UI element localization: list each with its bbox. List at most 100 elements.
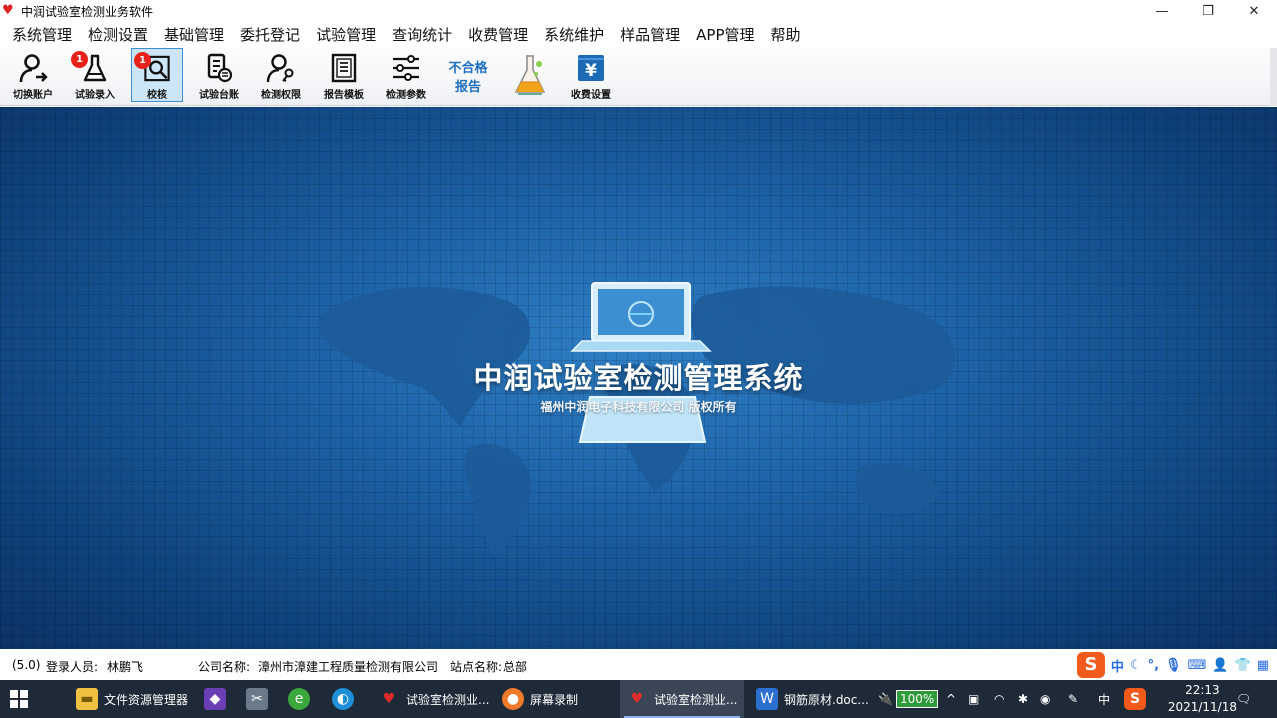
ledger-icon bbox=[207, 53, 233, 83]
taskbar-browser-e[interactable]: e bbox=[288, 680, 316, 718]
test-entry-label: 试验录入 bbox=[75, 90, 115, 101]
user-switch-icon bbox=[19, 54, 48, 83]
ledger-button[interactable]: 试验台账 bbox=[193, 48, 245, 102]
menu-help[interactable]: 帮助 bbox=[763, 22, 809, 48]
document-list-icon bbox=[331, 53, 357, 83]
test-entry-button[interactable]: 试验录入 1 bbox=[70, 48, 120, 102]
taskbar-edge[interactable]: ◐ bbox=[332, 680, 360, 718]
tray-app-icon[interactable]: ▣ bbox=[968, 680, 979, 718]
grid-icon[interactable]: ▦ bbox=[1257, 658, 1269, 673]
report-template-button[interactable]: 报告模板 bbox=[317, 48, 371, 102]
input-language[interactable]: 中 bbox=[1098, 680, 1110, 718]
sogou-tray-icon[interactable]: S bbox=[1124, 680, 1152, 718]
taskbar-explorer[interactable]: ▬ 文件资源管理器 bbox=[70, 680, 194, 718]
bluetooth-icon[interactable]: ✱ bbox=[1018, 680, 1028, 718]
sogou-ime-icon[interactable]: S bbox=[1076, 652, 1105, 678]
test-params-button[interactable]: 检测参数 bbox=[379, 48, 433, 102]
ledger-label: 试验台账 bbox=[199, 90, 239, 101]
taskbar-explorer-label: 文件资源管理器 bbox=[104, 692, 189, 707]
menu-query[interactable]: 查询统计 bbox=[384, 22, 460, 48]
version-text: (5.0) bbox=[12, 658, 41, 672]
review-button[interactable]: 校核 1 bbox=[131, 48, 183, 102]
edge-icon: ◐ bbox=[332, 688, 354, 710]
nonconforming-report-line1: 不合格 bbox=[448, 61, 488, 76]
taskbar-visual-studio[interactable]: ◆ bbox=[204, 680, 232, 718]
user-icon[interactable]: 👤 bbox=[1212, 658, 1228, 673]
clock-date: 2021/11/18 bbox=[1167, 700, 1237, 714]
toolbar: 切换账户 试验录入 1 校核 1 试验台账 检测权限 报告模板 检测参数 不合格… bbox=[0, 48, 1277, 168]
switch-account-button[interactable]: 切换账户 bbox=[8, 48, 58, 102]
menu-fees[interactable]: 收费管理 bbox=[460, 22, 536, 48]
windows-logo-icon bbox=[10, 690, 28, 708]
report-template-label: 报告模板 bbox=[324, 90, 364, 101]
user-key-icon bbox=[266, 54, 294, 83]
fee-settings-label: 收费设置 bbox=[571, 90, 611, 101]
tools-icon: ✂ bbox=[246, 688, 268, 710]
menu-basic[interactable]: 基础管理 bbox=[156, 22, 232, 48]
heart-app-icon: ♥ bbox=[630, 691, 644, 707]
heart-icon: ♥ bbox=[2, 3, 14, 18]
menu-test[interactable]: 试验管理 bbox=[308, 22, 384, 48]
pen-icon[interactable]: ✎ bbox=[1068, 680, 1078, 718]
wifi-icon[interactable]: ◠ bbox=[994, 680, 1004, 718]
splash-copyright: 福州中润电子科技有限公司 版权所有 bbox=[540, 400, 737, 414]
nonconforming-report-button[interactable]: 不合格 报告 bbox=[440, 48, 496, 102]
login-label: 登录人员: bbox=[46, 660, 99, 674]
taskbar-recorder[interactable]: ● 屏幕录制 bbox=[496, 680, 584, 718]
fee-settings-button[interactable]: ¥ 收费设置 bbox=[563, 48, 619, 102]
shirt-icon[interactable]: 👕 bbox=[1235, 658, 1251, 673]
restore-button[interactable]: ❐ bbox=[1185, 0, 1231, 22]
review-badge: 1 bbox=[134, 52, 151, 69]
clock-time: 22:13 bbox=[1185, 683, 1220, 697]
test-entry-badge: 1 bbox=[71, 51, 88, 68]
menu-test-settings[interactable]: 检测设置 bbox=[80, 22, 156, 48]
start-button[interactable] bbox=[10, 680, 28, 718]
ime-toolbar: S 中 ☾ °, 🎙 ⌨ 👤 👕 ▦ bbox=[1076, 652, 1269, 678]
menu-commission[interactable]: 委托登记 bbox=[232, 22, 308, 48]
microphone-icon[interactable]: 🎙 bbox=[1165, 658, 1182, 673]
taskbar: ▬ 文件资源管理器 ◆ ✂ e ◐ ♥ 试验室检测业... ● 屏幕录制 ♥ 试… bbox=[0, 680, 1277, 718]
chemistry-flask-icon bbox=[514, 55, 546, 95]
tray-expand-icon[interactable]: ^ bbox=[946, 680, 956, 718]
login-user: 林鹏飞 bbox=[107, 660, 144, 674]
keyboard-icon[interactable]: ⌨ bbox=[1188, 658, 1207, 673]
splash-area: 中润试验室检测管理系统 福州中润电子科技有限公司 版权所有 bbox=[0, 107, 1277, 649]
site-label: 站点名称: bbox=[450, 660, 503, 674]
taskbar-word[interactable]: W 钢筋原材.doc... bbox=[750, 680, 875, 718]
menu-samples[interactable]: 样品管理 bbox=[612, 22, 688, 48]
notification-icon[interactable]: 🗨 bbox=[1236, 680, 1251, 718]
sliders-icon bbox=[393, 55, 419, 81]
battery-percent: 100% bbox=[896, 690, 939, 708]
close-button[interactable]: ✕ bbox=[1231, 0, 1277, 22]
taskbar-word-label: 钢筋原材.doc... bbox=[784, 692, 869, 707]
power-plug-icon[interactable]: 🔌 bbox=[878, 680, 893, 718]
fee-yuan-symbol: ¥ bbox=[585, 61, 597, 81]
punctuation-icon[interactable]: °, bbox=[1148, 658, 1159, 673]
menu-system[interactable]: 系统管理 bbox=[4, 22, 80, 48]
moon-icon[interactable]: ☾ bbox=[1130, 658, 1142, 673]
review-label: 校核 bbox=[147, 90, 167, 101]
taskbar-app2[interactable]: ♥ 试验室检测业... bbox=[620, 680, 744, 718]
splash-title: 中润试验室检测管理系统 bbox=[473, 361, 804, 395]
ime-mode-indicator[interactable]: 中 bbox=[1111, 656, 1124, 675]
toolbar-scroll-strip bbox=[1270, 48, 1277, 106]
minimize-button[interactable]: — bbox=[1139, 0, 1185, 22]
battery-indicator[interactable]: 100% bbox=[896, 680, 939, 718]
taskbar-tools[interactable]: ✂ bbox=[246, 680, 274, 718]
permission-label: 检测权限 bbox=[261, 90, 301, 101]
visual-studio-icon: ◆ bbox=[204, 688, 226, 710]
menu-app[interactable]: APP管理 bbox=[688, 22, 762, 48]
wechat-icon[interactable]: ◉ bbox=[1040, 680, 1050, 718]
word-icon: W bbox=[756, 688, 778, 710]
system-clock[interactable]: 22:13 2021/11/18 bbox=[1168, 682, 1237, 716]
company-name: 漳州市漳建工程质量检测有限公司 bbox=[258, 660, 439, 674]
heart-app-icon: ♥ bbox=[382, 691, 396, 707]
menu-bar: 系统管理 检测设置 基础管理 委托登记 试验管理 查询统计 收费管理 系统维护 … bbox=[0, 22, 1277, 48]
yuan-icon: ¥ bbox=[578, 55, 604, 81]
permission-button[interactable]: 检测权限 bbox=[254, 48, 308, 102]
site-name: 总部 bbox=[503, 660, 528, 674]
taskbar-app1[interactable]: ♥ 试验室检测业... bbox=[372, 680, 495, 718]
lab-flask-button[interactable] bbox=[507, 48, 553, 102]
menu-maintenance[interactable]: 系统维护 bbox=[536, 22, 612, 48]
folder-icon: ▬ bbox=[76, 688, 98, 710]
